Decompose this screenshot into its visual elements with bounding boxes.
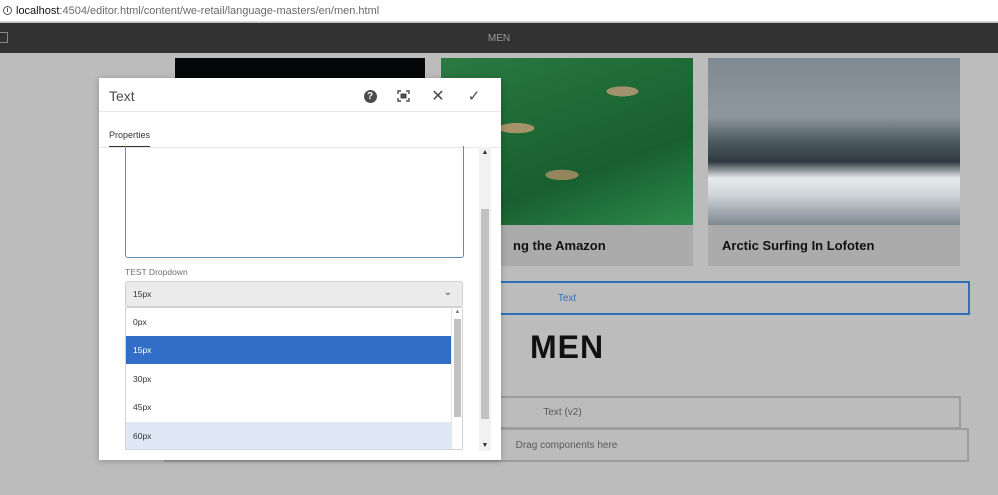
article-card[interactable]: Arctic Surfing In Lofoten xyxy=(708,58,960,266)
scroll-up-arrow-icon[interactable]: ▲ xyxy=(479,149,491,156)
help-icon[interactable]: ? xyxy=(361,87,379,105)
card-image xyxy=(708,58,960,225)
page-title: MEN xyxy=(487,33,511,44)
dropdown-option[interactable]: 30px xyxy=(126,365,452,393)
dropdown-option-selected[interactable]: 15px xyxy=(126,336,452,364)
scroll-up-arrow-icon[interactable]: ▲ xyxy=(452,309,462,315)
dialog-scrollbar[interactable]: ▲ ▼ xyxy=(479,147,491,451)
check-icon[interactable]: ✓ xyxy=(465,87,483,105)
address-bar[interactable]: i localhost:4504/editor.html/content/we-… xyxy=(0,0,998,22)
dialog-scroll-thumb[interactable] xyxy=(481,209,489,419)
url-host: localhost xyxy=(16,4,60,17)
chevron-down-icon[interactable]: ⌄ xyxy=(444,287,452,298)
dropdown-option[interactable]: 0px xyxy=(126,308,452,336)
listbox-scrollbar[interactable]: ▲ xyxy=(451,308,462,449)
card-title: ng the Amazon xyxy=(513,238,606,253)
dropdown-listbox[interactable]: 0px 15px 30px 45px 60px ▲ xyxy=(125,307,463,450)
page-heading[interactable]: MEN xyxy=(530,329,604,366)
header-divider xyxy=(99,111,501,112)
dropdown-label: TEST Dropdown xyxy=(125,267,188,277)
card-title: Arctic Surfing In Lofoten xyxy=(722,238,875,253)
close-icon[interactable]: ✕ xyxy=(429,87,447,105)
text-editor-area[interactable] xyxy=(125,146,464,258)
editor-toolbar: MEN xyxy=(0,23,998,53)
fullscreen-icon[interactable] xyxy=(394,87,412,105)
test-dropdown-select[interactable]: 15px ⌄ xyxy=(125,281,463,307)
dropdown-value: 15px xyxy=(133,289,152,299)
url-path: :4504/editor.html/content/we-retail/lang… xyxy=(59,4,380,17)
dropdown-option-hovered[interactable]: 60px xyxy=(126,422,452,449)
text-dialog: Text ? ✕ ✓ Properties TEST Dropdown 15px… xyxy=(99,78,501,460)
scroll-down-arrow-icon[interactable]: ▼ xyxy=(479,442,491,449)
dropdown-option[interactable]: 45px xyxy=(126,393,452,421)
listbox-scroll-thumb[interactable] xyxy=(454,319,461,417)
dialog-title: Text xyxy=(109,88,135,104)
info-icon[interactable]: i xyxy=(3,6,12,15)
